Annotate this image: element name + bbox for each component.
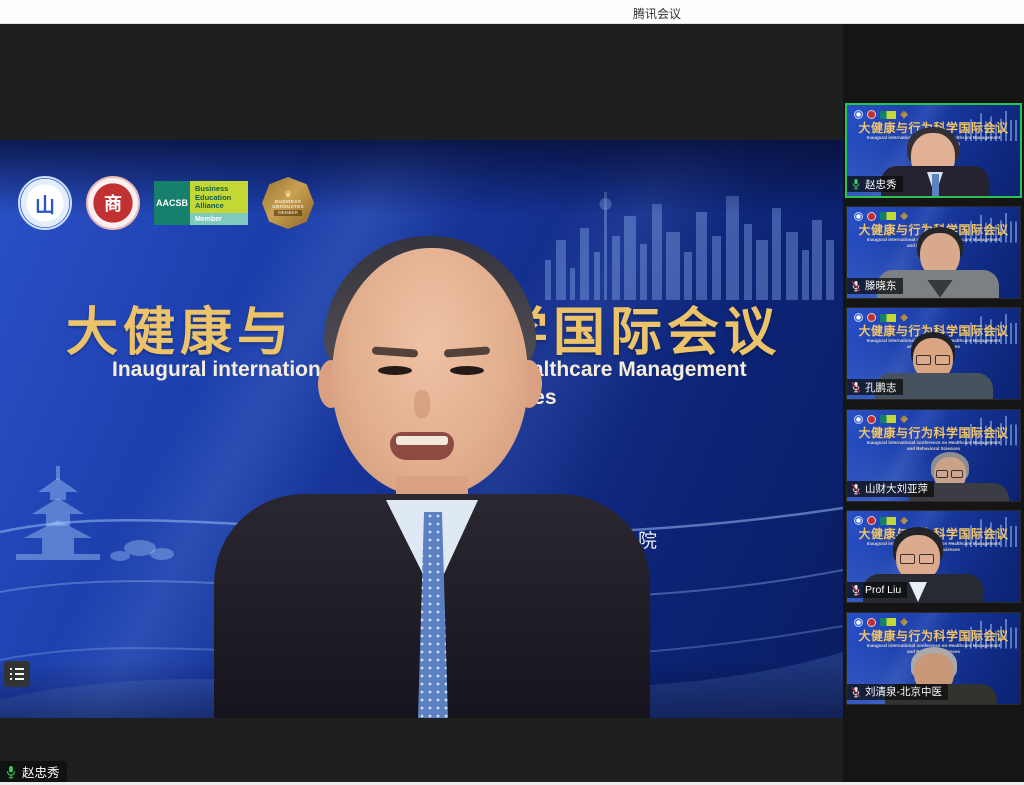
- participant-name-badge: Prof Liu: [847, 582, 907, 598]
- participant-tile[interactable]: 大健康与行为科学国际会议 Inaugural international con…: [847, 613, 1020, 704]
- slide-footer-fragment: 研究院: [594, 526, 660, 553]
- slide-logos-row: 山 商 AACSB Business Education Alliance Me…: [18, 176, 314, 230]
- participant-name: 滕晓东: [865, 278, 897, 293]
- business-school-seal-glyph: 商: [104, 190, 122, 216]
- university-seal-glyph: 山: [35, 189, 55, 218]
- crown-icon: ♛: [284, 190, 292, 199]
- slide-title-left-fragment: 大健康与: [66, 290, 294, 365]
- mic-icon: [851, 178, 861, 190]
- pagoda-graphic: [16, 466, 100, 560]
- aacsb-member-text: Member: [190, 213, 248, 225]
- slide-subtitle-left-fragment: Inaugural internation: [112, 358, 321, 382]
- participant-name-badge: 滕晓东: [847, 278, 903, 294]
- aacsb-acronym: AACSB: [154, 181, 190, 225]
- participant-tile[interactable]: 大健康与行为科学国际会议 Inaugural international con…: [847, 308, 1020, 399]
- bga-member-text: MEMBER: [274, 210, 302, 216]
- participant-name: 刘清泉-北京中医: [865, 684, 942, 699]
- participant-tile[interactable]: 大健康与行为科学国际会议 Inaugural international con…: [847, 207, 1020, 298]
- window-title: 腾讯会议: [633, 5, 681, 22]
- participant-tile[interactable]: 大健康与行为科学国际会议 Inaugural international con…: [847, 105, 1020, 196]
- slide-title-right-fragment: 学国际会议: [496, 290, 781, 365]
- glasses: [936, 470, 963, 478]
- list-icon: [10, 668, 24, 680]
- layout-list-button[interactable]: [4, 661, 30, 687]
- participant-tile[interactable]: 大健康与行为科学国际会议 Inaugural international con…: [847, 511, 1020, 602]
- mic-muted-icon: [851, 483, 861, 495]
- lotus-graphic: [110, 540, 174, 561]
- glasses: [900, 554, 934, 562]
- participant-tile[interactable]: 大健康与行为科学国际会议 Inaugural international con…: [847, 410, 1020, 501]
- business-school-seal-logo: 商: [86, 176, 140, 230]
- speaker-name: 赵忠秀: [22, 762, 60, 781]
- participant-name: Prof Liu: [865, 584, 901, 596]
- participants-sidebar: 大健康与行为科学国际会议 Inaugural international con…: [843, 24, 1024, 782]
- university-seal-logo: 山: [18, 176, 72, 230]
- participant-name-badge: 山财大刘亚萍: [847, 481, 934, 497]
- participant-name-badge: 孔鹏志: [847, 379, 903, 395]
- aacsb-right-panel: Business Education Alliance Member: [190, 181, 248, 225]
- speaker-name-badge: 赵忠秀: [0, 761, 67, 782]
- tie: [932, 174, 939, 196]
- main-stage: 山 商 AACSB Business Education Alliance Me…: [0, 24, 843, 782]
- participant-name: 山财大刘亚萍: [865, 481, 928, 496]
- window-titlebar: 腾讯会议: [0, 0, 1024, 24]
- mic-muted-icon: [851, 381, 861, 393]
- mic-muted-icon: [851, 686, 861, 698]
- aacsb-badge: AACSB Business Education Alliance Member: [154, 181, 248, 225]
- mic-icon: [5, 765, 17, 779]
- aacsb-alliance-text: Business Education Alliance: [190, 181, 248, 213]
- wave-lines-graphic: [0, 508, 843, 718]
- mic-muted-icon: [851, 584, 861, 596]
- participant-name: 孔鹏志: [865, 380, 897, 395]
- participant-name-badge: 赵忠秀: [847, 176, 903, 192]
- bga-text-line2: GRADUATES: [272, 204, 304, 209]
- slide-subtitle-right-fragment: Healthcare Management: [505, 358, 747, 382]
- city-skyline-graphic: [545, 192, 834, 300]
- slide-subtitle2-right-fragment: ences: [497, 386, 557, 410]
- bga-badge: ♛ BUSINESS GRADUATES MEMBER: [262, 177, 314, 229]
- speaker-video[interactable]: 山 商 AACSB Business Education Alliance Me…: [0, 140, 843, 718]
- glasses: [916, 355, 950, 363]
- meeting-window: 腾讯会议: [0, 0, 1024, 785]
- slide-date-fragment: 20: [452, 434, 480, 463]
- mic-muted-icon: [851, 280, 861, 292]
- participant-name-badge: 刘清泉-北京中医: [847, 684, 948, 700]
- slide-subtitle2-left-fragment: an: [334, 386, 359, 410]
- participant-name: 赵忠秀: [865, 177, 897, 192]
